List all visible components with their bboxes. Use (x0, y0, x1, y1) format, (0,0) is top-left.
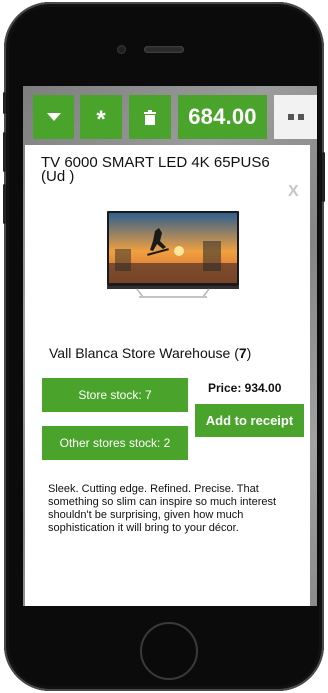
add-to-receipt-button[interactable]: Add to receipt (195, 404, 304, 437)
product-image (107, 211, 239, 298)
price-label: Price: 934.00 (208, 381, 282, 395)
store-count: 7 (238, 345, 247, 361)
product-detail-panel: TV 6000 SMART LED 4K 65PUS6 (Ud ) X Vall… (25, 145, 310, 606)
phone-frame: * 684.00 TV 6000 SMART LED 4K 65PUS6 (Ud… (3, 2, 325, 691)
dots-menu-icon (287, 114, 304, 120)
caret-down-icon (46, 113, 61, 121)
receipt-total[interactable]: 684.00 (178, 95, 267, 139)
store-name: Vall Blanca Store Warehouse (7) (49, 345, 252, 361)
menu-button[interactable] (274, 95, 317, 139)
asterisk-button[interactable]: * (80, 95, 122, 139)
toolbar: * 684.00 (23, 95, 317, 139)
product-title: TV 6000 SMART LED 4K 65PUS6 (Ud ) (41, 154, 270, 185)
power-button (322, 152, 325, 202)
trash-icon (144, 109, 156, 125)
earpiece-speaker (144, 46, 184, 53)
mute-switch (3, 92, 6, 114)
product-description: Sleek. Cutting edge. Refined. Precise. T… (48, 483, 277, 534)
close-icon[interactable]: X (288, 183, 299, 201)
other-stores-stock-button[interactable]: Other stores stock: 2 (42, 426, 188, 460)
front-camera (117, 45, 126, 54)
home-button[interactable] (140, 622, 198, 680)
asterisk-icon: * (96, 106, 106, 133)
volume-up-button (3, 132, 6, 172)
dropdown-button[interactable] (33, 95, 74, 139)
delete-button[interactable] (129, 95, 171, 139)
app-screen: * 684.00 TV 6000 SMART LED 4K 65PUS6 (Ud… (23, 86, 317, 606)
volume-down-button (3, 184, 6, 224)
store-stock-button[interactable]: Store stock: 7 (42, 378, 188, 412)
